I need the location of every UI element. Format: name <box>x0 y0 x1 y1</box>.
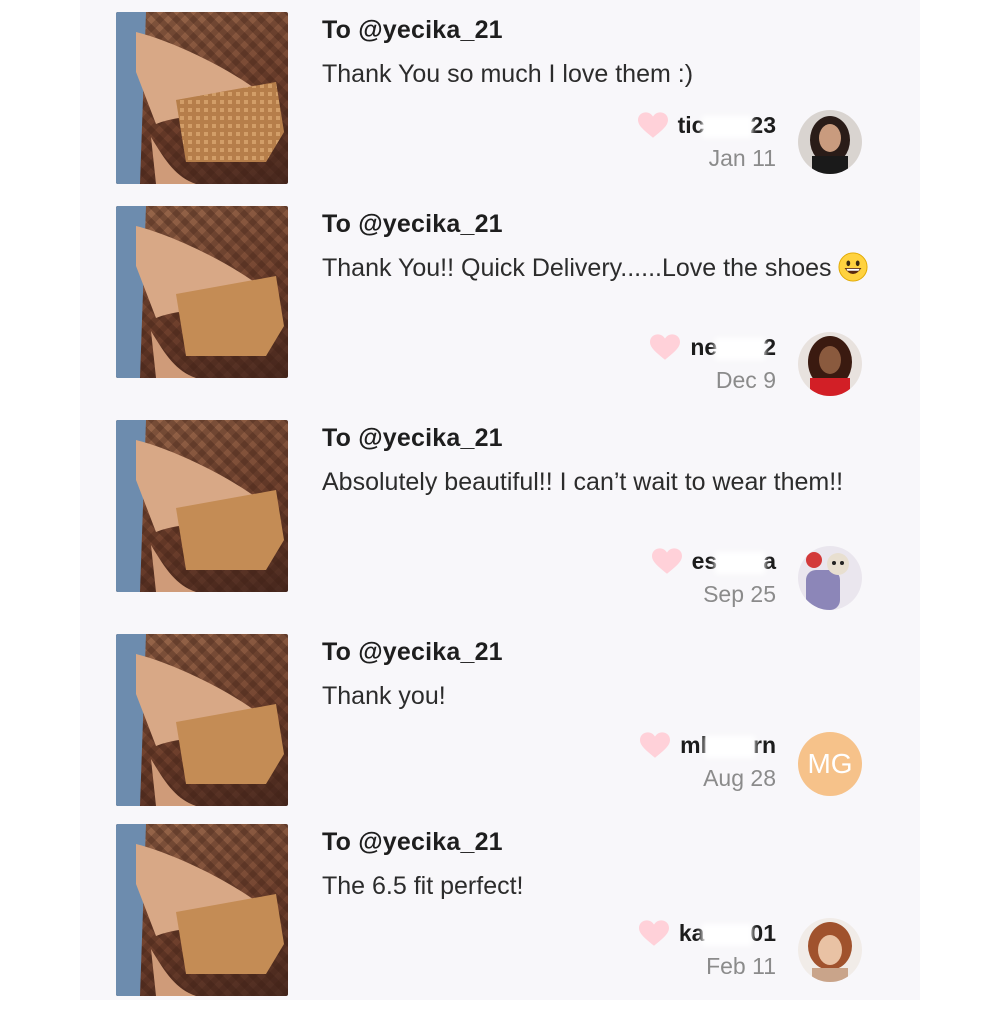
username-start: es <box>691 548 718 574</box>
recipient-label: To @yecika_21 <box>322 16 503 44</box>
product-thumbnail[interactable] <box>116 634 288 806</box>
reviewer-avatar[interactable] <box>798 110 862 174</box>
recipient-label: To @yecika_21 <box>322 638 503 666</box>
heart-icon[interactable] <box>650 334 681 361</box>
review-message: The 6.5 fit perfect! <box>322 872 524 900</box>
heart-icon[interactable] <box>638 920 669 947</box>
username-redaction <box>702 923 753 946</box>
username-end: 23 <box>750 112 776 138</box>
heart-icon[interactable] <box>640 732 671 759</box>
review-message: Thank you! <box>322 682 446 710</box>
recipient-label: To @yecika_21 <box>322 424 503 452</box>
review-card: To @yecika_21 Thank you! ml rn Aug 28 MG <box>0 622 1000 822</box>
recipient-label: To @yecika_21 <box>322 210 503 238</box>
reviewer-username[interactable]: ml rn <box>680 732 776 759</box>
reviewer-username[interactable]: es a <box>692 548 776 575</box>
username-start: ka <box>678 920 705 946</box>
smile-emoji-icon <box>838 252 868 282</box>
username-end: rn <box>753 732 776 758</box>
username-redaction <box>715 551 766 574</box>
reviewer-username[interactable]: ka 01 <box>679 920 776 947</box>
reviewer-username[interactable]: tic 23 <box>678 112 776 139</box>
review-meta: es a Sep 25 <box>651 548 776 608</box>
username-start: ml <box>680 732 707 758</box>
username-redaction <box>715 337 766 360</box>
review-date: Jan 11 <box>708 145 776 171</box>
review-date: Dec 9 <box>715 367 776 393</box>
reviewer-avatar[interactable] <box>798 332 862 396</box>
review-meta: ml rn Aug 28 <box>640 732 776 792</box>
product-thumbnail[interactable] <box>116 420 288 592</box>
review-message: Thank You!! Quick Delivery......Love the… <box>322 248 882 288</box>
username-start: tic <box>677 112 705 138</box>
review-meta: ka 01 Feb 11 <box>638 920 776 980</box>
review-message: Absolutely beautiful!! I can’t wait to w… <box>322 468 844 496</box>
username-end: 01 <box>750 920 776 946</box>
review-meta: tic 23 Jan 11 <box>637 112 776 172</box>
review-date: Feb 11 <box>706 953 776 979</box>
reviewer-avatar[interactable] <box>798 918 862 982</box>
review-meta: ne 2 Dec 9 <box>650 334 776 394</box>
review-message: Thank You so much I love them :) <box>322 60 694 88</box>
review-card: To @yecika_21 Thank You!! Quick Delivery… <box>0 194 1000 396</box>
review-feed: To @yecika_21 Thank You so much I love t… <box>0 0 1000 1000</box>
username-start: ne <box>690 334 718 360</box>
review-card: To @yecika_21 The 6.5 fit perfect! ka 01 … <box>0 812 1000 1012</box>
product-thumbnail[interactable] <box>116 206 288 378</box>
review-message-text: Thank You!! Quick Delivery......Love the… <box>322 254 832 282</box>
review-card: To @yecika_21 Absolutely beautiful!! I c… <box>0 408 1000 610</box>
username-redaction <box>702 115 753 138</box>
heart-icon[interactable] <box>651 548 682 575</box>
heart-icon[interactable] <box>637 112 668 139</box>
product-thumbnail[interactable] <box>116 12 288 184</box>
review-card: To @yecika_21 Thank You so much I love t… <box>0 0 1000 200</box>
product-thumbnail[interactable] <box>116 824 288 996</box>
recipient-label: To @yecika_21 <box>322 828 503 856</box>
reviewer-username[interactable]: ne 2 <box>690 334 776 361</box>
username-redaction <box>705 735 755 758</box>
reviewer-avatar[interactable]: MG <box>798 732 862 796</box>
review-date: Sep 25 <box>703 581 776 607</box>
reviewer-avatar[interactable] <box>798 546 862 610</box>
review-date: Aug 28 <box>703 765 776 791</box>
